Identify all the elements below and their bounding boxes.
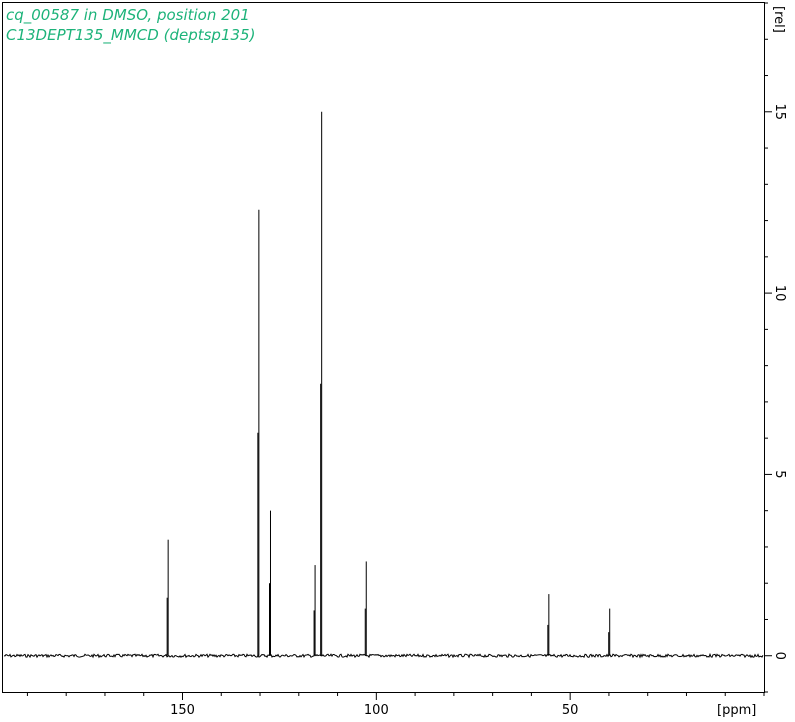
- spectrum-peaks: [166, 111, 611, 656]
- spectrum-title-line-1: cq_00587 in DMSO, position 201: [6, 6, 250, 25]
- plot-frame: [2, 2, 765, 693]
- y-tick-label: 5: [772, 470, 787, 478]
- y-axis: 0 5 10 15: [764, 2, 787, 693]
- spectrum-baseline: [3, 652, 764, 659]
- x-tick-label: 100: [364, 703, 389, 718]
- spectrum-title-line-2: C13DEPT135_MMCD (deptsp135): [6, 26, 255, 45]
- y-tick-label: 15: [772, 104, 787, 121]
- x-axis-unit-label: [ppm]: [717, 703, 756, 718]
- y-axis-unit-label: [rel]: [771, 6, 786, 33]
- x-tick-label: 50: [562, 703, 579, 718]
- y-tick-label: 0: [772, 652, 787, 660]
- y-tick-label: 10: [772, 285, 787, 302]
- x-axis: 150 100 50: [26, 692, 765, 718]
- x-tick-label: 150: [170, 703, 195, 718]
- nmr-spectrum-chart: cq_00587 in DMSO, position 201 C13DEPT13…: [2, 2, 787, 718]
